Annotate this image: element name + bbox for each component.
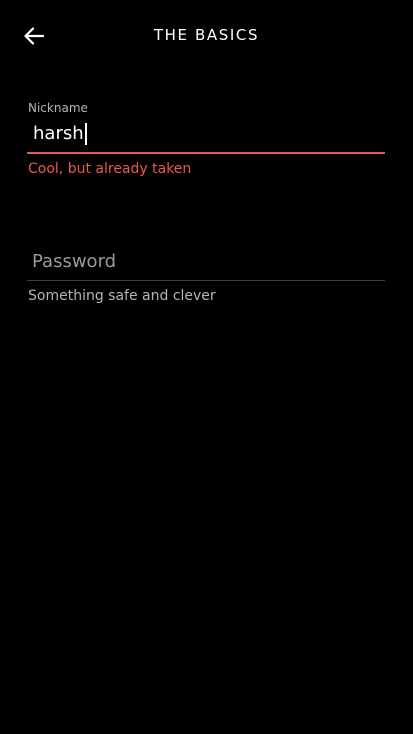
password-field-group: Password Something safe and clever — [27, 243, 385, 305]
nickname-value-text: harsh — [33, 123, 84, 144]
nickname-input-value: harsh — [27, 122, 87, 146]
top-app-bar: THE BASICS — [0, 0, 413, 70]
text-caret — [84, 123, 87, 145]
nickname-error-message: Cool, but already taken — [28, 161, 192, 177]
password-input[interactable]: Password — [27, 243, 385, 281]
nickname-label: Nickname — [28, 101, 88, 115]
nickname-input[interactable]: harsh — [27, 116, 385, 154]
nickname-field-group: Nickname harsh Cool, but already taken — [27, 100, 385, 178]
password-helper-text: Something safe and clever — [28, 288, 216, 304]
signup-basics-screen: THE BASICS Nickname harsh Cool, but alre… — [0, 0, 413, 734]
page-title: THE BASICS — [153, 26, 260, 44]
password-placeholder: Password — [32, 250, 117, 272]
